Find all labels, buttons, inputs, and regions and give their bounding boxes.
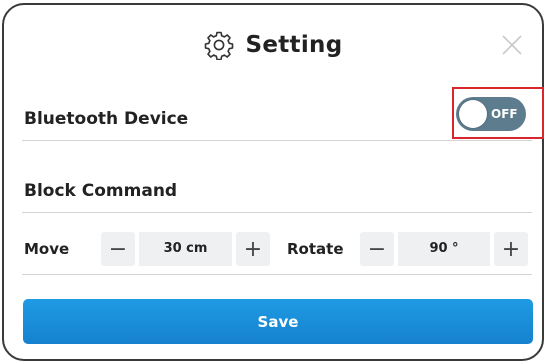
toggle-state-label: OFF (491, 107, 518, 121)
divider (22, 140, 532, 141)
close-button[interactable] (500, 33, 524, 57)
divider (22, 274, 532, 275)
minus-icon: − (108, 236, 128, 262)
plus-icon: + (243, 236, 263, 262)
close-icon (502, 35, 522, 55)
bluetooth-toggle[interactable]: OFF (456, 97, 526, 131)
rotate-label: Rotate (287, 240, 344, 258)
move-decrease-button[interactable]: − (101, 232, 135, 266)
divider (22, 212, 532, 213)
rotate-value: 90 ° (398, 232, 490, 266)
gear-icon (204, 30, 234, 60)
plus-icon: + (501, 236, 521, 262)
move-label: Move (24, 240, 70, 258)
dialog-header: Setting (4, 25, 542, 65)
save-button[interactable]: Save (23, 299, 533, 344)
block-command-label: Block Command (24, 181, 178, 201)
rotate-increase-button[interactable]: + (494, 232, 528, 266)
dialog-title: Setting (245, 32, 343, 58)
toggle-knob (459, 100, 487, 128)
move-increase-button[interactable]: + (236, 232, 270, 266)
bluetooth-device-label: Bluetooth Device (24, 109, 189, 129)
rotate-decrease-button[interactable]: − (360, 232, 394, 266)
move-value: 30 cm (139, 232, 232, 266)
minus-icon: − (367, 236, 387, 262)
